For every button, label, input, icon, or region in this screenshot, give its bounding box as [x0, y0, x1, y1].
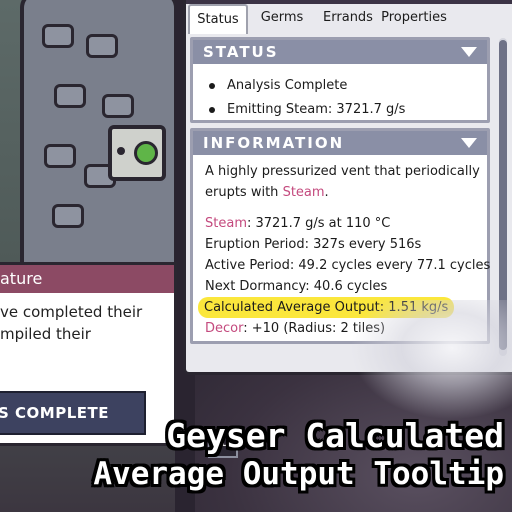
- status-item: Emitting Steam: 3721.7 g/s: [205, 98, 487, 122]
- description-text: erupts with: [205, 185, 283, 200]
- caption-line-2: Average Output Tooltip: [93, 456, 504, 492]
- information-section-title: INFORMATION: [203, 134, 345, 152]
- rock-tile: [54, 84, 86, 108]
- rock-tile: [52, 204, 84, 228]
- tab-errands[interactable]: Errands: [320, 4, 376, 32]
- device-port: [117, 147, 125, 155]
- dialog-body-line: mpiled their: [0, 325, 91, 343]
- active-period-row: Active Period: 49.2 cycles every 77.1 cy…: [205, 258, 491, 273]
- next-dormancy-row: Next Dormancy: 40.6 cycles: [205, 279, 388, 294]
- decor-link[interactable]: Decor: [205, 321, 243, 336]
- dialog-title: ature: [0, 265, 174, 293]
- status-item: Analysis Complete: [205, 74, 487, 98]
- status-section: STATUS Analysis Complete Emitting Steam:…: [190, 37, 490, 123]
- status-list: Analysis Complete Emitting Steam: 3721.7…: [193, 64, 487, 122]
- tab-bar: Status Germs Errands Properties: [186, 4, 512, 34]
- description-line: erupts with Steam.: [205, 182, 477, 203]
- steam-row: Steam: 3721.7 g/s at 110 °C: [205, 213, 477, 234]
- dialog-confirm-button[interactable]: S COMPLETE: [0, 391, 146, 435]
- tab-germs[interactable]: Germs: [254, 4, 310, 32]
- status-section-title: STATUS: [203, 43, 279, 61]
- research-complete-dialog: ature ve completed their mpiled their S …: [0, 262, 177, 446]
- steam-cloud: [350, 300, 512, 420]
- collapse-triangle-icon[interactable]: [461, 47, 477, 57]
- description-line: A highly pressurized vent that periodica…: [205, 164, 480, 179]
- rock-tile: [86, 34, 118, 58]
- sensor-device: [108, 125, 166, 181]
- description-text: .: [324, 185, 329, 200]
- bullet-icon: [209, 83, 215, 89]
- dialog-body: ve completed their mpiled their: [0, 293, 174, 345]
- rock-tile: [44, 144, 76, 168]
- status-item-text: Emitting Steam: 3721.7 g/s: [227, 102, 406, 117]
- dialog-body-line: ve completed their: [0, 303, 143, 321]
- collapse-triangle-icon[interactable]: [461, 138, 477, 148]
- steam-link[interactable]: Steam: [283, 185, 325, 200]
- caption-line-1: Geyser Calculated: [166, 416, 504, 455]
- tab-properties[interactable]: Properties: [378, 4, 450, 32]
- information-section-header[interactable]: INFORMATION: [193, 131, 487, 155]
- tab-status[interactable]: Status: [188, 4, 248, 34]
- bullet-icon: [209, 107, 215, 113]
- status-section-header[interactable]: STATUS: [193, 40, 487, 64]
- status-light-icon: [134, 141, 158, 165]
- steam-value: : 3721.7 g/s at 110 °C: [246, 216, 391, 231]
- status-item-text: Analysis Complete: [227, 78, 348, 93]
- rock-tile: [42, 24, 74, 48]
- steam-link[interactable]: Steam: [205, 216, 247, 231]
- eruption-period-row: Eruption Period: 327s every 516s: [205, 237, 422, 252]
- rock-tile: [102, 94, 134, 118]
